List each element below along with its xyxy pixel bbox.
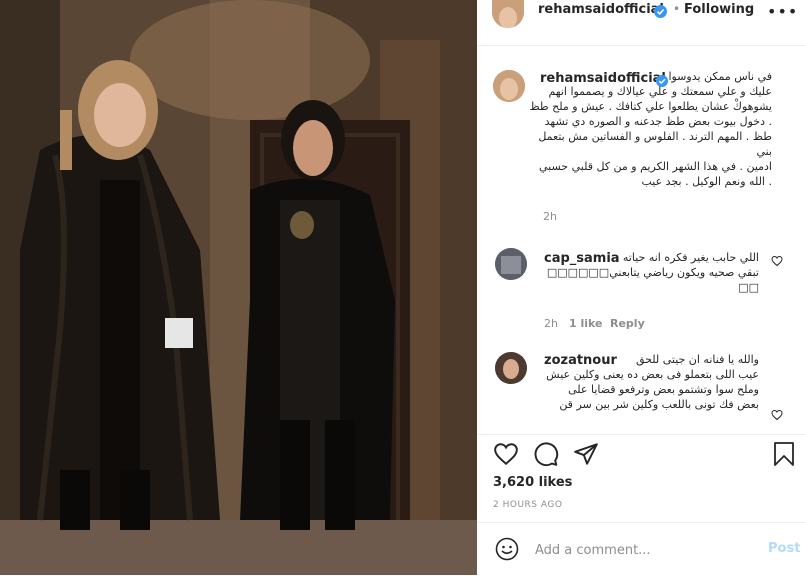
- likes-count[interactable]: 3,620 likes: [493, 475, 572, 490]
- share-icon[interactable]: [573, 441, 599, 467]
- caption-line: يشوهوكْ عشان يطلعوا علي كتافك . عيش و مل…: [529, 100, 772, 113]
- bookmark-icon[interactable]: [772, 441, 796, 467]
- comment-text: والله يا فنانه ان جيتى للحق عيب اللى بتع…: [533, 352, 759, 412]
- comment-line: وملح سوا وتشتمو بعض وترفعو قضايا على: [568, 383, 759, 396]
- comment-likes[interactable]: 1 like: [569, 317, 603, 330]
- caption-line: ادمين . في هذا الشهر الكريم و من كل قلبي…: [539, 160, 772, 173]
- comment-icon[interactable]: [533, 441, 559, 467]
- posted-time[interactable]: 2 HOURS AGO: [493, 500, 562, 510]
- post-photo: [0, 0, 477, 575]
- comment-line: تبقي صحيه ويكون رياضي يتابعني□□□□□□: [546, 266, 759, 279]
- comment-reply-button[interactable]: Reply: [610, 317, 645, 330]
- author-avatar[interactable]: [492, 0, 524, 28]
- comment-text: اللي حابب يغير فكره انه حياته تبقي صحيه …: [537, 250, 759, 295]
- post-media[interactable]: [0, 0, 477, 575]
- comment-line: بعض فك تونى باللعب وكلين شر بين سر قن: [559, 398, 759, 411]
- following-button[interactable]: Following: [684, 2, 754, 17]
- verified-badge-icon: [654, 3, 667, 22]
- comment-line: اللي حابب يغير فكره انه حياته: [622, 251, 759, 264]
- post-actions: 3,620 likes 2 HOURS AGO: [477, 434, 805, 535]
- caption-line: طظ . المهم الترند . الفلوس و الفساتين مش…: [538, 130, 772, 158]
- caption-avatar[interactable]: [493, 70, 525, 102]
- more-options-icon[interactable]: •••: [767, 2, 798, 21]
- add-comment-bar: Post: [477, 522, 805, 576]
- comment-line: □□: [738, 281, 759, 294]
- post-sidebar: rehamsaidofficial • Following ••• rehams…: [477, 0, 805, 575]
- comment-item: zozatnour والله يا فنانه ان جيتى للحق عي…: [477, 348, 789, 434]
- caption-line: . الله ونعم الوكيل . بجد عيب: [641, 175, 772, 188]
- caption-time[interactable]: 2h: [543, 210, 557, 223]
- header-separator: •: [673, 2, 681, 16]
- commenter-avatar[interactable]: [495, 248, 527, 280]
- post-header: rehamsaidofficial • Following •••: [477, 0, 805, 46]
- comment-time[interactable]: 2h: [544, 317, 558, 330]
- comments-section[interactable]: rehamsaidofficial في ناس ممكن يدوسوا علي…: [477, 46, 805, 434]
- caption-block: rehamsaidofficial في ناس ممكن يدوسوا علي…: [477, 64, 789, 234]
- comment-like-heart-icon[interactable]: [771, 409, 783, 421]
- caption-text: في ناس ممكن يدوسوا عليك و علي سمعتك و عل…: [527, 69, 772, 189]
- heart-icon[interactable]: [493, 441, 519, 467]
- smiley-icon[interactable]: [495, 537, 519, 561]
- caption-line: عليك و علي سمعتك و علي عيالاك و يصمموا ا…: [548, 85, 772, 98]
- author-username[interactable]: rehamsaidofficial: [538, 2, 664, 17]
- comment-item: cap_samia اللي حابب يغير فكره انه حياته …: [477, 244, 789, 344]
- commenter-avatar[interactable]: [495, 352, 527, 384]
- comment-line: عيب اللى بتعملو فى بعض ده يعنى وكلين عيش: [546, 368, 759, 381]
- comment-line: والله يا فنانه ان جيتى للحق: [635, 353, 759, 366]
- caption-line: في ناس ممكن يدوسوا: [668, 70, 772, 83]
- comment-input[interactable]: [533, 539, 757, 561]
- post-button[interactable]: Post: [768, 541, 800, 556]
- caption-line: . دخول بيوت بعض طظ جدعنه و الصوره دي تشه…: [544, 115, 772, 128]
- comment-like-heart-icon[interactable]: [771, 255, 783, 267]
